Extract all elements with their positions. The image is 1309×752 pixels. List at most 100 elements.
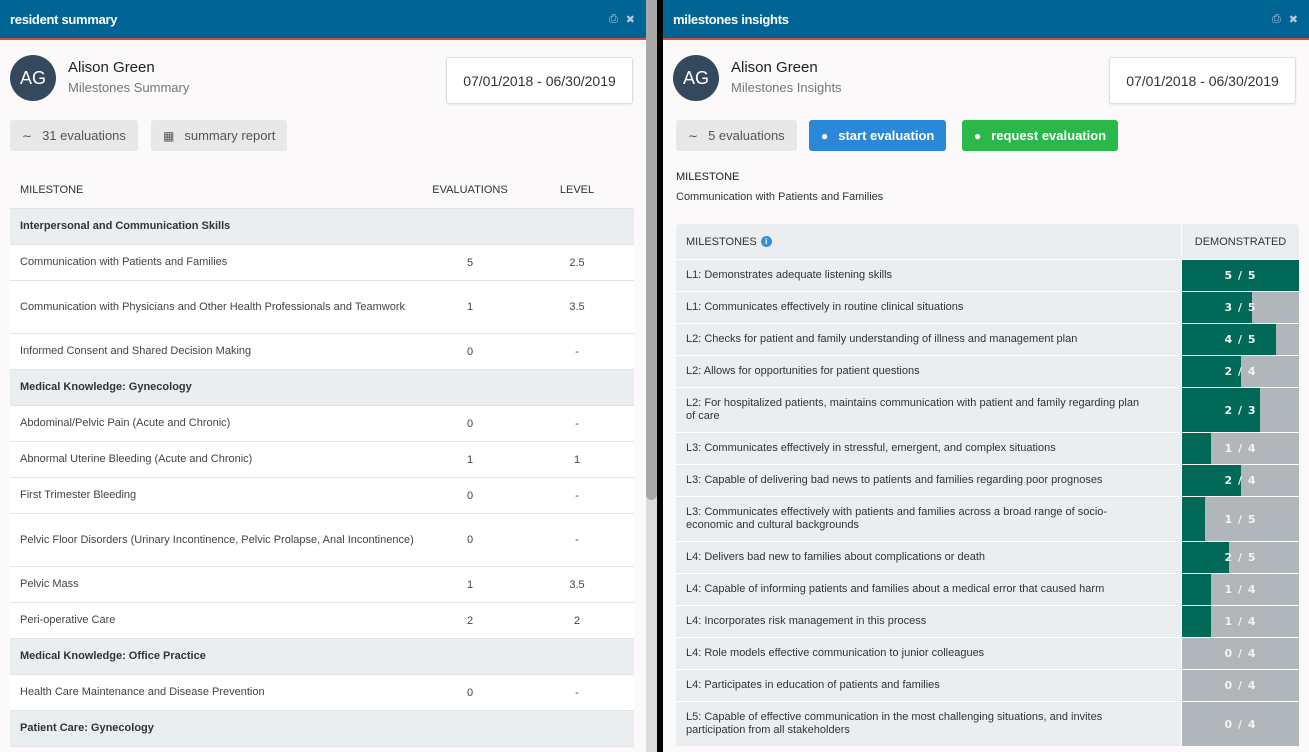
- demonstrated-progress-bar: 1 / 4: [1181, 574, 1299, 605]
- table-row[interactable]: L4: Incorporates risk management in this…: [676, 605, 1299, 637]
- milestones-insights-panel: milestones insights ⎙ ✖ AG Alison Green …: [663, 0, 1309, 752]
- table-row[interactable]: L3: Communicates effectively with patien…: [676, 496, 1299, 541]
- group-label: Interpersonal and Communication Skills: [20, 220, 231, 232]
- start-evaluation-button[interactable]: ● start evaluation: [809, 120, 947, 151]
- column-header-milestone: MILESTONE: [20, 183, 84, 196]
- table-row[interactable]: L4: Participates in education of patient…: [676, 669, 1299, 701]
- column-header-milestones: MILESTONES: [686, 235, 757, 248]
- resident-name: Alison Green: [731, 59, 818, 76]
- comments-icon: ●: [821, 128, 829, 143]
- milestone-value: Communication with Patients and Families: [676, 191, 884, 203]
- group-label: Medical Knowledge: Gynecology: [20, 381, 192, 393]
- level-value: -: [575, 534, 579, 546]
- table-row[interactable]: L2: Allows for opportunities for patient…: [676, 355, 1299, 387]
- table-row[interactable]: Pelvic Floor Disorders (Urinary Incontin…: [10, 514, 634, 567]
- scrollbar-thumb[interactable]: [646, 0, 657, 500]
- milestone-summary-table: MILESTONE EVALUATIONS LEVEL Interpersona…: [10, 172, 634, 747]
- level-value: 2.5: [569, 256, 585, 269]
- comment-dots-icon: ●: [974, 128, 982, 143]
- table-row[interactable]: L4: Delivers bad new to families about c…: [676, 541, 1299, 573]
- column-header-demonstrated: DEMONSTRATED: [1181, 224, 1299, 259]
- demonstrated-progress-bar: 2 / 5: [1181, 542, 1299, 573]
- level-value: 3.5: [569, 301, 585, 313]
- print-icon[interactable]: ⎙: [609, 13, 618, 26]
- progress-label: 2 / 4: [1224, 365, 1257, 378]
- milestone-name: Communication with Physicians and Other …: [20, 300, 405, 313]
- group-row: Interpersonal and Communication Skills: [10, 209, 634, 245]
- profile-subtitle: Milestones Summary: [68, 80, 190, 95]
- evaluations-count: 2: [466, 614, 474, 627]
- table-row[interactable]: L1: Demonstrates adequate listening skil…: [676, 259, 1299, 291]
- progress-label: 2 / 5: [1224, 551, 1257, 564]
- scrollbar[interactable]: [646, 0, 657, 752]
- milestone-description: L4: Role models effective communication …: [676, 638, 1181, 669]
- milestone-name: Informed Consent and Shared Decision Mak…: [20, 345, 252, 357]
- table-row[interactable]: L4: Role models effective communication …: [676, 637, 1299, 669]
- milestone-description: L3: Capable of delivering bad news to pa…: [676, 465, 1181, 496]
- evaluations-count: 0: [466, 686, 474, 699]
- milestone-description: L5: Capable of effective communication i…: [676, 702, 1181, 746]
- evaluations-count: 0: [466, 534, 474, 546]
- request-evaluation-button[interactable]: ● request evaluation: [962, 120, 1119, 151]
- table-row[interactable]: L2: Checks for patient and family unders…: [676, 323, 1299, 355]
- rss-icon: ∼: [688, 128, 699, 143]
- milestone-name: Pelvic Floor Disorders (Urinary Incontin…: [20, 533, 414, 546]
- close-icon[interactable]: ✖: [1289, 13, 1298, 26]
- demonstrated-progress-bar: 0 / 4: [1181, 670, 1299, 701]
- milestone-description: L3: Communicates effectively with patien…: [676, 497, 1181, 541]
- table-row[interactable]: L1: Communicates effectively in routine …: [676, 291, 1299, 323]
- table-row[interactable]: Abnormal Uterine Bleeding (Acute and Chr…: [10, 442, 634, 478]
- avatar: AG: [10, 55, 56, 101]
- milestone-description: L2: Checks for patient and family unders…: [676, 324, 1181, 355]
- evaluations-count: 0: [466, 489, 474, 502]
- progress-label: 3 / 5: [1224, 301, 1257, 314]
- group-label: Patient Care: Gynecology: [20, 722, 154, 734]
- evaluations-count: 0: [466, 417, 474, 430]
- date-range-picker[interactable]: 07/01/2018 - 06/30/2019: [1109, 57, 1296, 104]
- demonstrated-progress-bar: 2 / 4: [1181, 356, 1299, 387]
- table-row[interactable]: Communication with Patients and Families…: [10, 245, 634, 281]
- column-header-level: LEVEL: [559, 184, 595, 196]
- evaluations-count: 1: [466, 578, 474, 591]
- level-value: -: [575, 489, 579, 502]
- milestone-name: First Trimester Bleeding: [20, 489, 137, 501]
- table-row[interactable]: Communication with Physicians and Other …: [10, 281, 634, 334]
- milestone-description: L4: Participates in education of patient…: [676, 670, 1181, 701]
- table-row[interactable]: L3: Communicates effectively in stressfu…: [676, 432, 1299, 464]
- level-value: 3.5: [569, 578, 585, 591]
- table-row[interactable]: Health Care Maintenance and Disease Prev…: [10, 675, 634, 711]
- info-icon[interactable]: i: [760, 236, 772, 247]
- table-row[interactable]: Abdominal/Pelvic Pain (Acute and Chronic…: [10, 406, 634, 442]
- milestone-description: L1: Communicates effectively in routine …: [676, 292, 1181, 323]
- table-row[interactable]: L2: For hospitalized patients, maintains…: [676, 387, 1299, 432]
- progress-label: 1 / 4: [1224, 442, 1257, 455]
- table-row[interactable]: L5: Capable of effective communication i…: [676, 701, 1299, 746]
- milestone-description: L2: For hospitalized patients, maintains…: [676, 388, 1181, 432]
- table-row[interactable]: L4: Capable of informing patients and fa…: [676, 573, 1299, 605]
- evaluations-button[interactable]: ∼ 5 evaluations: [676, 120, 797, 151]
- print-icon[interactable]: ⎙: [1272, 13, 1281, 26]
- milestone-name: Communication with Patients and Families: [20, 256, 228, 268]
- evaluations-button-label: 5 evaluations: [708, 128, 785, 143]
- level-value: -: [575, 417, 579, 430]
- evaluations-count: 5: [466, 256, 474, 269]
- demonstrated-progress-bar: 3 / 5: [1181, 292, 1299, 323]
- table-row[interactable]: Pelvic Mass 1 3.5: [10, 567, 634, 603]
- close-icon[interactable]: ✖: [626, 13, 635, 26]
- table-row[interactable]: First Trimester Bleeding 0 -: [10, 478, 634, 514]
- table-row[interactable]: Informed Consent and Shared Decision Mak…: [10, 334, 634, 370]
- demonstrated-progress-bar: 1 / 5: [1181, 497, 1299, 541]
- summary-report-button[interactable]: ▦ summary report: [151, 120, 288, 151]
- date-range-picker[interactable]: 07/01/2018 - 06/30/2019: [446, 57, 633, 104]
- table-row[interactable]: Peri-operative Care 2 2: [10, 603, 634, 639]
- evaluations-count: 1: [466, 453, 474, 466]
- milestone-description: L1: Demonstrates adequate listening skil…: [676, 260, 1181, 291]
- column-header-evaluations: EVALUATIONS: [432, 184, 508, 196]
- table-row[interactable]: L3: Capable of delivering bad news to pa…: [676, 464, 1299, 496]
- demonstrated-progress-bar: 0 / 4: [1181, 638, 1299, 669]
- milestone-description: L2: Allows for opportunities for patient…: [676, 356, 1181, 387]
- demonstrated-progress-bar: 2 / 4: [1181, 465, 1299, 496]
- evaluations-button[interactable]: ∼ 31 evaluations: [10, 120, 138, 151]
- level-value: -: [575, 345, 579, 358]
- profile-section: AG Alison Green Milestones Insights 07/0…: [663, 40, 1309, 108]
